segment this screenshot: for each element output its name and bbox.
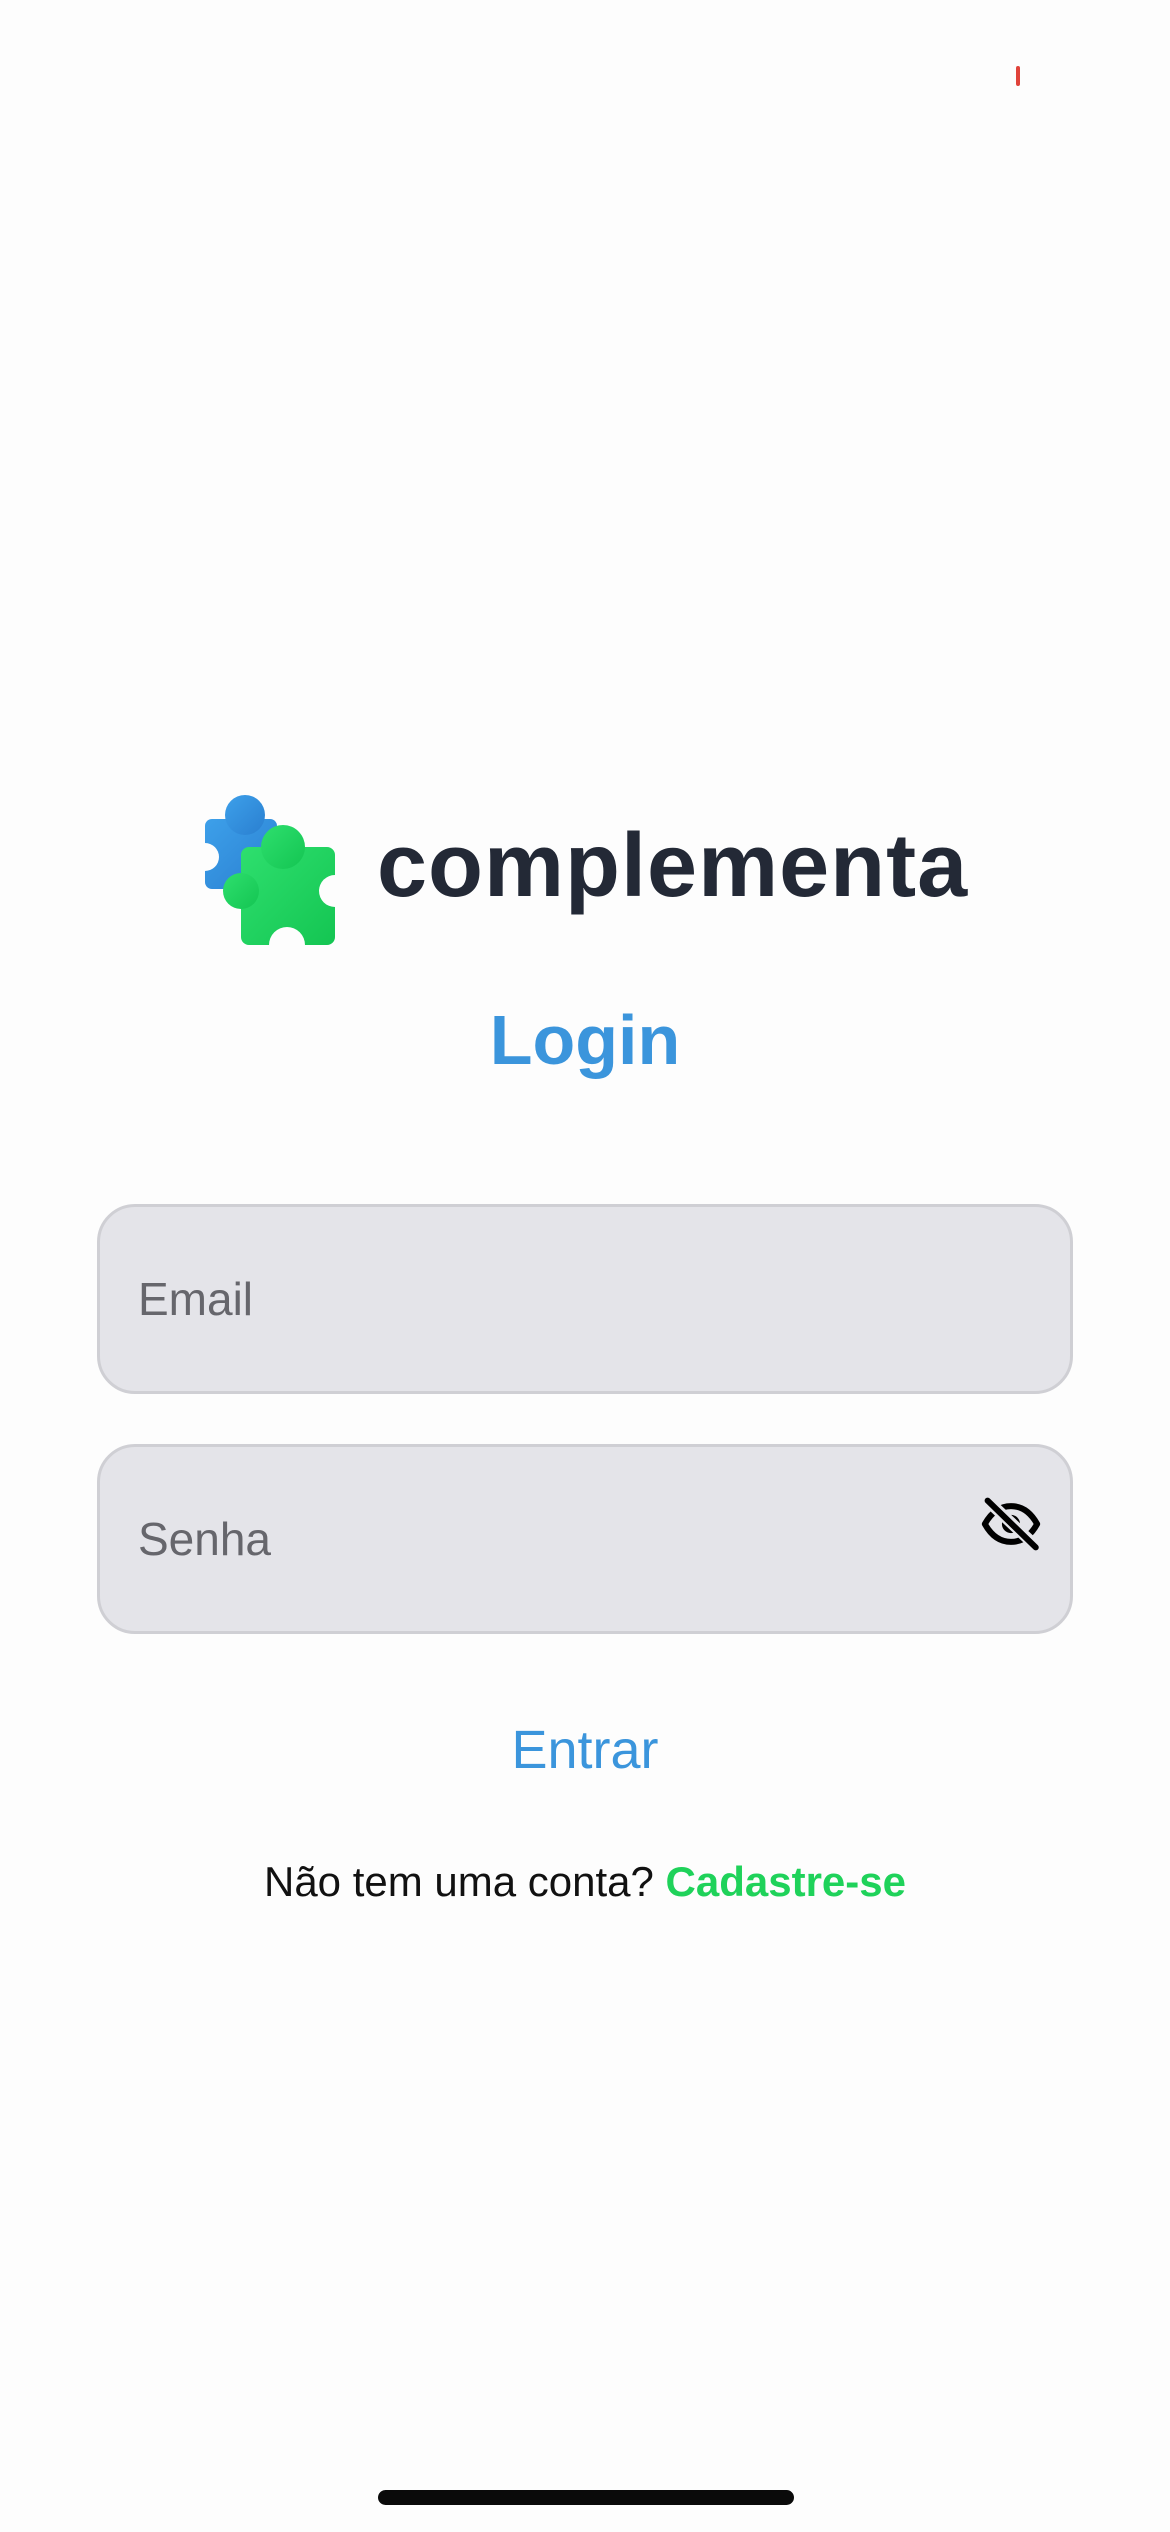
home-indicator[interactable] <box>378 2490 794 2505</box>
login-button[interactable]: Entrar <box>435 1710 735 1790</box>
password-field[interactable] <box>97 1444 1073 1634</box>
page-title: Login <box>489 1001 681 1079</box>
password-input[interactable] <box>138 1447 938 1631</box>
brand-name: complementa <box>377 816 969 916</box>
email-field[interactable] <box>97 1204 1073 1394</box>
signup-prompt-text: Não tem uma conta? <box>263 1858 654 1905</box>
signup-link[interactable]: Cadastre-se <box>666 1858 906 1905</box>
puzzle-pieces-icon <box>205 795 335 945</box>
eye-off-icon <box>981 1496 1042 1552</box>
toggle-password-visibility-button[interactable] <box>978 1491 1044 1557</box>
email-input[interactable] <box>138 1207 938 1391</box>
brand-logo: complementa <box>205 795 968 945</box>
status-indicator <box>1016 66 1020 86</box>
signup-prompt-row: Não tem uma conta? Cadastre-se <box>0 1852 1170 1912</box>
